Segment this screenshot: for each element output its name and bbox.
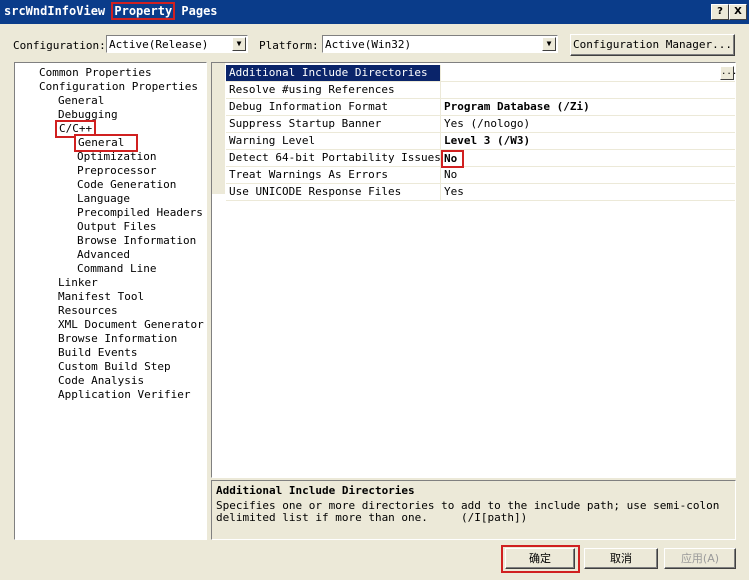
property-name[interactable]: Additional Include Directories	[226, 65, 441, 81]
property-tree: Common Properties Configuration Properti…	[14, 62, 207, 540]
grid-row[interactable]: Debug Information Format Program Databas…	[226, 99, 735, 116]
apply-button[interactable]: 应用(A)	[664, 548, 736, 569]
configuration-label: Configuration:	[13, 39, 106, 52]
property-name[interactable]: Use UNICODE Response Files	[226, 184, 441, 200]
property-grid: Additional Include Directories ... Resol…	[211, 62, 737, 478]
tree-item[interactable]: Manifest Tool	[58, 290, 144, 304]
grid-row[interactable]: Treat Warnings As Errors No	[226, 167, 735, 184]
tree-item[interactable]: Optimization	[77, 150, 156, 164]
configuration-manager-button[interactable]: Configuration Manager...	[570, 34, 735, 56]
property-value[interactable]: Yes (/nologo)	[444, 116, 530, 132]
grid-row[interactable]: Detect 64-bit Portability Issues No	[226, 150, 735, 168]
tree-item[interactable]: General	[58, 94, 104, 108]
tree-item[interactable]: Custom Build Step	[58, 360, 171, 374]
title-suffix: Pages	[174, 4, 218, 18]
tree-item[interactable]: Configuration Properties	[39, 80, 198, 94]
tree-item[interactable]: XML Document Generator	[58, 318, 204, 332]
property-name[interactable]: Suppress Startup Banner	[226, 116, 441, 132]
tree-item[interactable]: Code Analysis	[58, 374, 144, 388]
configuration-value: Active(Release)	[109, 38, 209, 51]
chevron-down-icon[interactable]: ▼	[542, 37, 556, 51]
tree-item[interactable]: Browse Information	[77, 234, 196, 248]
property-name[interactable]: Debug Information Format	[226, 99, 441, 115]
property-name[interactable]: Warning Level	[226, 133, 441, 149]
grid-row[interactable]: Resolve #using References	[226, 82, 735, 99]
tree-item[interactable]: Preprocessor	[77, 164, 156, 178]
tree-item[interactable]: Output Files	[77, 220, 156, 234]
configuration-dropdown[interactable]: Active(Release) ▼	[106, 35, 248, 53]
grid-row[interactable]: Warning Level Level 3 (/W3)	[226, 133, 735, 150]
tree-item[interactable]: Advanced	[77, 248, 130, 262]
tree-item[interactable]: Precompiled Headers	[77, 206, 203, 220]
grid-row[interactable]: Additional Include Directories ...	[226, 65, 737, 82]
platform-dropdown[interactable]: Active(Win32) ▼	[322, 35, 558, 53]
tree-item[interactable]: Common Properties	[39, 66, 152, 80]
tree-item[interactable]: Browse Information	[58, 332, 177, 346]
title-highlight: Property	[111, 2, 176, 20]
grid-row[interactable]: Suppress Startup Banner Yes (/nologo)	[226, 116, 735, 133]
platform-value: Active(Win32)	[325, 38, 412, 51]
window-title: srcWndInfoView Property Pages	[4, 2, 218, 20]
tree-item[interactable]: Resources	[58, 304, 118, 318]
ok-button[interactable]: 确定	[505, 548, 575, 569]
property-value-highlighted[interactable]: No	[441, 150, 465, 168]
browse-button[interactable]: ...	[720, 66, 737, 80]
property-value[interactable]: No	[444, 167, 457, 183]
property-value[interactable]: Program Database (/Zi)	[444, 99, 590, 115]
property-name[interactable]: Resolve #using References	[226, 82, 441, 98]
help-button[interactable]: ?	[711, 4, 729, 20]
grid-gutter	[212, 63, 225, 194]
description-panel: Additional Include Directories Specifies…	[211, 480, 736, 540]
platform-label: Platform:	[259, 39, 319, 52]
property-name[interactable]: Treat Warnings As Errors	[226, 167, 441, 183]
cancel-button[interactable]: 取消	[584, 548, 658, 569]
description-title: Additional Include Directories	[216, 484, 415, 497]
property-value[interactable]: Yes	[444, 184, 464, 200]
tree-item[interactable]: Command Line	[77, 262, 156, 276]
property-value[interactable]: Level 3 (/W3)	[444, 133, 530, 149]
title-prefix: srcWndInfoView	[4, 4, 113, 18]
title-bar: srcWndInfoView Property Pages ? X	[0, 0, 749, 24]
description-text: Specifies one or more directories to add…	[216, 499, 720, 524]
tree-item[interactable]: Build Events	[58, 346, 137, 360]
tree-item[interactable]: Language	[77, 192, 130, 206]
grid-row[interactable]: Use UNICODE Response Files Yes	[226, 184, 735, 201]
chevron-down-icon[interactable]: ▼	[232, 37, 246, 51]
tree-item[interactable]: Application Verifier	[58, 388, 190, 402]
tree-item[interactable]: Linker	[58, 276, 98, 290]
property-name[interactable]: Detect 64-bit Portability Issues	[226, 150, 441, 166]
close-button[interactable]: X	[729, 4, 747, 20]
tree-item[interactable]: Code Generation	[77, 178, 176, 192]
